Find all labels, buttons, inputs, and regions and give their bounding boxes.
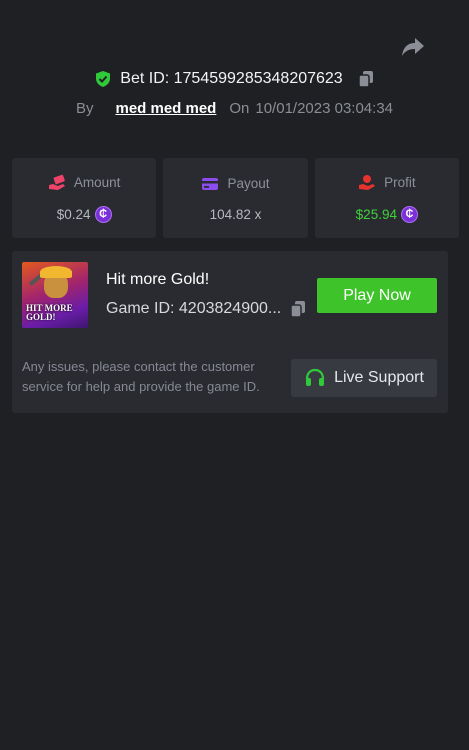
copy-bet-id-icon[interactable] bbox=[357, 70, 375, 88]
support-notice: Any issues, please contact the customer … bbox=[22, 359, 260, 394]
game-thumbnail[interactable]: HIT MORE GOLD! bbox=[22, 262, 88, 328]
play-now-button[interactable]: Play Now bbox=[317, 278, 437, 313]
profit-label: Profit bbox=[384, 175, 416, 190]
amount-label: Amount bbox=[73, 175, 121, 190]
share-icon[interactable] bbox=[400, 35, 426, 59]
payout-value: 104.82 x bbox=[209, 206, 262, 222]
live-support-button[interactable]: Live Support bbox=[291, 359, 437, 397]
on-label: On bbox=[229, 99, 250, 117]
bet-stats: Amount $0.24 ₵ Payout 104.82 x Profit $2… bbox=[12, 158, 459, 238]
money-hand-icon bbox=[48, 174, 66, 192]
verified-shield-icon bbox=[94, 70, 112, 88]
coin-icon: ₵ bbox=[94, 205, 112, 223]
bet-timestamp: 10/01/2023 03:04:34 bbox=[255, 99, 394, 117]
copy-game-id-icon[interactable] bbox=[289, 300, 307, 318]
profit-stat: Profit $25.94 ₵ bbox=[314, 158, 459, 238]
coin-icon: ₵ bbox=[400, 205, 418, 223]
live-support-label: Live Support bbox=[334, 369, 424, 386]
by-label: By bbox=[75, 99, 94, 117]
username-link[interactable]: med med med bbox=[115, 100, 216, 117]
card-icon bbox=[201, 175, 219, 193]
payout-stat: Payout 104.82 x bbox=[163, 158, 308, 238]
bet-details-page: Bet ID: 1754599285348207623 By med med m… bbox=[0, 0, 469, 750]
bet-id-row: Bet ID: 1754599285348207623 bbox=[0, 66, 469, 92]
bet-id-text: Bet ID: 1754599285348207623 bbox=[120, 70, 343, 87]
miner-hat-graphic bbox=[40, 266, 72, 278]
amount-value: $0.24 bbox=[56, 206, 91, 222]
game-logo-text: HIT MORE GOLD! bbox=[26, 303, 73, 322]
amount-stat: Amount $0.24 ₵ bbox=[12, 158, 157, 238]
game-id-row: Game ID: 4203824900... bbox=[106, 300, 307, 318]
payout-label: Payout bbox=[227, 176, 270, 191]
bet-meta-row: By med med med On 10/01/2023 03:04:34 bbox=[0, 96, 469, 120]
profit-value: $25.94 bbox=[355, 206, 397, 222]
headset-icon bbox=[304, 367, 326, 389]
game-title: Hit more Gold! bbox=[106, 271, 210, 288]
game-card: HIT MORE GOLD! Hit more Gold! Game ID: 4… bbox=[12, 251, 448, 413]
game-id-text: Game ID: 4203824900... bbox=[106, 300, 282, 317]
coin-hand-icon bbox=[358, 174, 376, 192]
